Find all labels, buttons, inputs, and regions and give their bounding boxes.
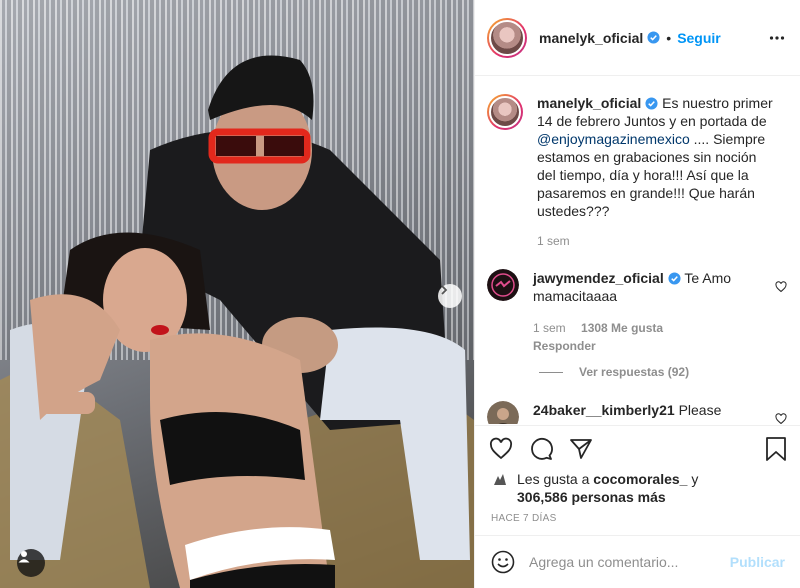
caption-avatar[interactable] <box>487 94 523 130</box>
post-photo[interactable] <box>0 0 474 588</box>
comment-text: Please <box>678 402 722 418</box>
liker-username[interactable]: cocomorales_ <box>593 471 687 487</box>
comment-username[interactable]: 24baker__kimberly21 <box>533 402 675 418</box>
verified-badge-icon <box>647 31 660 44</box>
comment-body: 24baker__kimberly21 Please <box>533 401 771 424</box>
caption: manelyk_oficial Es nuestro primer 14 de … <box>487 94 787 250</box>
comment-meta: 1 sem 1308 Me gusta Responder <box>533 319 771 355</box>
account-username[interactable]: manelyk_oficial <box>539 30 643 46</box>
comment-item: jawymendez_oficial Te Amo mamacitaaaa 1 … <box>487 269 787 355</box>
post-side-panel: manelyk_oficial • Seguir manelyk_oficial… <box>474 0 800 588</box>
likes-summary: Les gusta a cocomorales_ y 306,586 perso… <box>491 470 698 506</box>
caption-time[interactable]: 1 sem <box>537 232 775 250</box>
view-replies-label: Ver respuestas (92) <box>579 365 690 379</box>
commenter-avatar[interactable] <box>487 401 519 424</box>
liker-avatar[interactable] <box>491 470 509 488</box>
user-icon <box>18 551 30 563</box>
emoji-icon[interactable] <box>491 550 515 574</box>
caption-body: manelyk_oficial Es nuestro primer 14 de … <box>537 94 775 250</box>
add-comment-bar: Publicar <box>475 535 800 588</box>
publish-button[interactable]: Publicar <box>730 554 785 570</box>
more-options-icon[interactable] <box>769 30 785 46</box>
chevron-right-icon <box>441 285 448 295</box>
likes-count[interactable]: 306,586 personas más <box>517 489 666 505</box>
comment-time[interactable]: 1 sem <box>533 321 566 335</box>
caption-username[interactable]: manelyk_oficial <box>537 95 641 111</box>
reply-button[interactable]: Responder <box>533 339 596 353</box>
comments-list[interactable]: manelyk_oficial Es nuestro primer 14 de … <box>475 77 800 424</box>
view-replies-button[interactable]: Ver respuestas (92) <box>539 365 689 379</box>
likes-text: Les gusta a cocomorales_ y 306,586 perso… <box>517 470 698 506</box>
comment-item: 24baker__kimberly21 Please <box>487 401 787 424</box>
comment-input[interactable] <box>529 554 719 570</box>
next-photo-button[interactable] <box>438 284 462 308</box>
comment-username[interactable]: jawymendez_oficial <box>533 270 664 286</box>
post-actions: Les gusta a cocomorales_ y 306,586 perso… <box>475 425 800 543</box>
likes-prefix: Les gusta a <box>517 471 590 487</box>
separator-dot: • <box>666 29 672 46</box>
action-icons <box>489 437 593 461</box>
photo-illustration <box>0 55 474 588</box>
account-avatar[interactable] <box>487 17 527 58</box>
like-heart-icon[interactable] <box>489 437 513 461</box>
replies-divider <box>539 371 563 373</box>
post-header: manelyk_oficial • Seguir <box>475 0 800 76</box>
verified-badge-icon <box>645 97 658 110</box>
follow-button[interactable]: Seguir <box>677 30 721 46</box>
heart-outline-icon[interactable] <box>775 281 787 293</box>
save-bookmark-icon[interactable] <box>765 437 787 461</box>
caption-mention-link[interactable]: @enjoymagazinemexico <box>537 131 690 147</box>
likes-connector: y <box>691 471 699 487</box>
comment-body: jawymendez_oficial Te Amo mamacitaaaa 1 … <box>533 269 771 355</box>
heart-outline-icon[interactable] <box>775 413 787 424</box>
post-date[interactable]: HACE 7 DÍAS <box>491 513 557 524</box>
comment-likes[interactable]: 1308 Me gusta <box>581 321 663 335</box>
verified-badge-icon <box>668 272 681 285</box>
tagged-users-button[interactable] <box>17 549 45 577</box>
commenter-avatar[interactable] <box>487 269 519 301</box>
share-send-icon[interactable] <box>569 437 593 461</box>
comment-bubble-icon[interactable] <box>529 437 553 461</box>
